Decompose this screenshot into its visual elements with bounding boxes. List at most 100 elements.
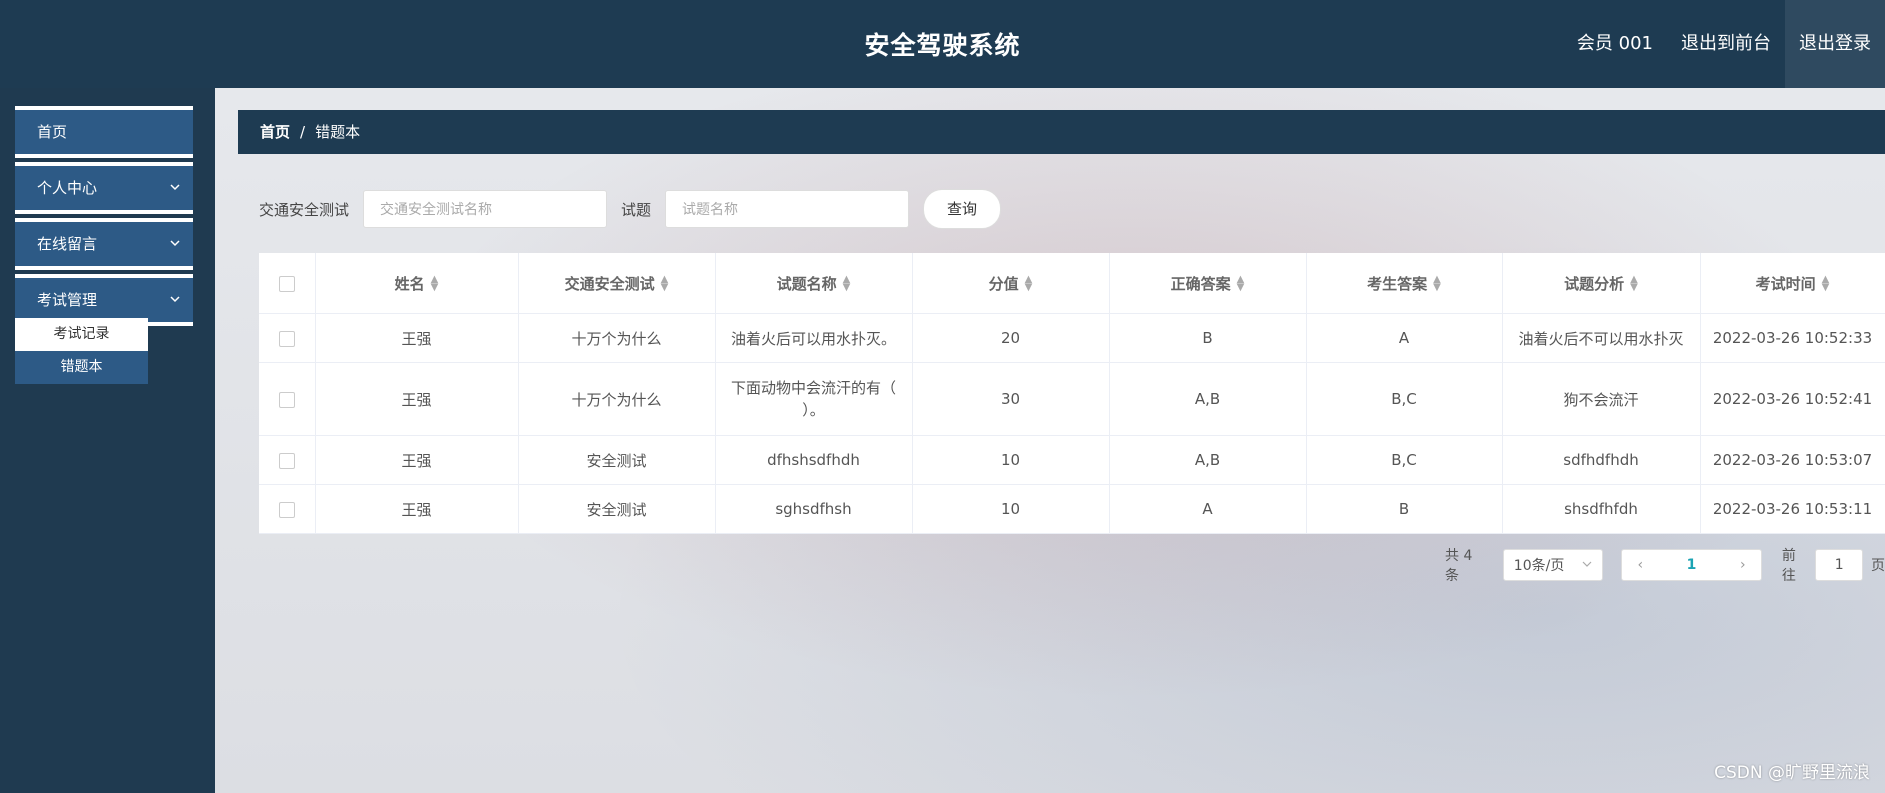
column-header-label: 姓名 [394,274,425,293]
cell-score: 30 [912,362,1110,436]
search-form: 交通安全测试 交通安全测试名称 试题 试题名称 查询 [259,189,1002,229]
cell-name: 王强 [315,362,519,436]
cell-correct-answer: B [1109,313,1307,363]
sidebar: 首页 个人中心 在线留言 考试管理 考试记录 错题本 [0,88,215,793]
submenu-exam-records[interactable]: 考试记录 [15,318,148,351]
cell-student-answer: B [1306,484,1503,534]
logout-link[interactable]: 退出登录 [1785,0,1885,88]
breadcrumb-home[interactable]: 首页 [260,110,290,154]
column-header-exam-time[interactable]: 考试时间 ▲ ▼ [1700,253,1885,314]
page-navigator: ‹ 1 › [1621,549,1762,581]
row-select-cell [259,484,316,534]
breadcrumb-separator: / [300,123,306,141]
cell-exam-time: 2022-03-26 10:52:41 [1700,362,1885,436]
cell-question: sghsdfhsh [715,484,913,534]
cell-test: 安全测试 [518,484,716,534]
breadcrumb-current: 错题本 [315,123,361,141]
cell-score: 10 [912,435,1110,485]
cell-test: 十万个为什么 [518,313,716,363]
cell-analysis: 狗不会流汗 [1502,362,1701,436]
cell-test: 十万个为什么 [518,362,716,436]
chevron-down-icon [169,278,181,339]
chevron-down-icon [1582,557,1592,573]
cell-analysis: shsdfhfdh [1502,484,1701,534]
sidebar-item-messages[interactable]: 在线留言 [15,218,193,270]
sidebar-item-label: 个人中心 [37,179,98,197]
submenu-wrong-questions[interactable]: 错题本 [15,351,148,384]
cell-student-answer: B,C [1306,362,1503,436]
pagination: 共 4 条 10条/页 ‹ 1 › 前往 1 页 [1445,548,1885,584]
back-to-front-link[interactable]: 退出到前台 [1667,0,1785,88]
cell-name: 王强 [315,435,519,485]
wrong-questions-table: 姓名 ▲ ▼ 交通安全测试 ▲ ▼ 试题名称 ▲ ▼ 分值 ▲ ▼ 正确答案 ▲ ▼ 考生答案 ▲ ▼ … [259,253,1885,534]
sort-icon[interactable]: ▲ ▼ [1433,275,1441,293]
next-page-icon[interactable]: › [1735,557,1751,573]
sidebar-item-home[interactable]: 首页 [15,106,193,158]
sort-icon[interactable]: ▲ ▼ [843,275,851,293]
cell-correct-answer: A [1109,484,1307,534]
cell-exam-time: 2022-03-26 10:53:11 [1700,484,1885,534]
table-row: 王强 十万个为什么 油着火后可以用水扑灭。 20 B A 油着火后不可以用水扑灭… [259,313,1885,363]
test-name-input[interactable]: 交通安全测试名称 [363,190,608,228]
page-suffix: 页 [1871,558,1885,574]
question-name-input[interactable]: 试题名称 [665,190,910,228]
cell-correct-answer: A,B [1109,362,1307,436]
row-select-cell [259,362,316,436]
select-all-cell [259,253,316,314]
row-select-cell [259,435,316,485]
watermark: CSDN @旷野里流浪 [1714,763,1870,783]
row-checkbox[interactable] [278,391,295,408]
cell-score: 10 [912,484,1110,534]
column-header-name[interactable]: 姓名 ▲ ▼ [315,253,519,314]
page-size-value: 10条/页 [1513,558,1565,574]
column-header-correct-answer[interactable]: 正确答案 ▲ ▼ [1109,253,1307,314]
sort-icon[interactable]: ▲ ▼ [431,275,439,293]
table-row: 王强 安全测试 dfhshsdfhdh 10 A,B B,C sdfhdfhdh… [259,435,1885,485]
current-page-number[interactable]: 1 [1687,557,1697,573]
row-checkbox[interactable] [278,501,295,518]
cell-question: 下面动物中会流汗的有（ ）。 [715,362,913,436]
goto-label: 前往 [1781,548,1796,584]
sort-icon[interactable]: ▲ ▼ [1237,275,1245,293]
main-content: 首页 / 错题本 交通安全测试 交通安全测试名称 试题 试题名称 查询 姓名 ▲ ▼ 交… [215,88,1885,793]
column-header-label: 交通安全测试 [564,274,655,293]
cell-exam-time: 2022-03-26 10:52:33 [1700,313,1885,363]
goto-page-input[interactable]: 1 [1815,549,1863,581]
select-all-checkbox[interactable] [278,275,295,292]
cell-score: 20 [912,313,1110,363]
search-button[interactable]: 查询 [923,189,1002,229]
sort-icon[interactable]: ▲ ▼ [1025,275,1033,293]
test-name-label: 交通安全测试 [259,200,350,219]
cell-question: dfhshsdfhdh [715,435,913,485]
sort-icon[interactable]: ▲ ▼ [1630,275,1638,293]
total-count: 共 4 条 [1445,548,1473,584]
top-navbar: 安全驾驶系统 会员 001 退出到前台 退出登录 [0,0,1885,88]
breadcrumb: 首页 / 错题本 [238,110,1885,154]
table-row: 王强 十万个为什么 下面动物中会流汗的有（ ）。 30 A,B B,C 狗不会流… [259,362,1885,436]
prev-page-icon[interactable]: ‹ [1632,557,1648,573]
cell-exam-time: 2022-03-26 10:53:07 [1700,435,1885,485]
column-header-analysis[interactable]: 试题分析 ▲ ▼ [1502,253,1701,314]
row-checkbox[interactable] [278,330,295,347]
sidebar-item-personal-center[interactable]: 个人中心 [15,162,193,214]
sort-icon[interactable]: ▲ ▼ [661,275,669,293]
row-checkbox[interactable] [278,452,295,469]
column-header-label: 分值 [988,274,1019,293]
cell-name: 王强 [315,484,519,534]
row-select-cell [259,313,316,363]
column-header-label: 考试时间 [1755,274,1816,293]
sidebar-item-label: 考试管理 [37,291,98,309]
user-name-link[interactable]: 会员 001 [1563,0,1667,88]
cell-analysis: 油着火后不可以用水扑灭 [1502,313,1701,363]
table-header-row: 姓名 ▲ ▼ 交通安全测试 ▲ ▼ 试题名称 ▲ ▼ 分值 ▲ ▼ 正确答案 ▲ ▼ 考生答案 ▲ ▼ … [259,253,1885,314]
sidebar-item-label: 首页 [37,123,68,141]
column-header-score[interactable]: 分值 ▲ ▼ [912,253,1110,314]
sort-icon[interactable]: ▲ ▼ [1822,275,1830,293]
cell-question: 油着火后可以用水扑灭。 [715,313,913,363]
column-header-question[interactable]: 试题名称 ▲ ▼ [715,253,913,314]
question-name-label: 试题 [621,200,652,219]
column-header-test[interactable]: 交通安全测试 ▲ ▼ [518,253,716,314]
page-size-select[interactable]: 10条/页 [1502,549,1604,581]
column-header-student-answer[interactable]: 考生答案 ▲ ▼ [1306,253,1503,314]
column-header-label: 考生答案 [1367,274,1428,293]
